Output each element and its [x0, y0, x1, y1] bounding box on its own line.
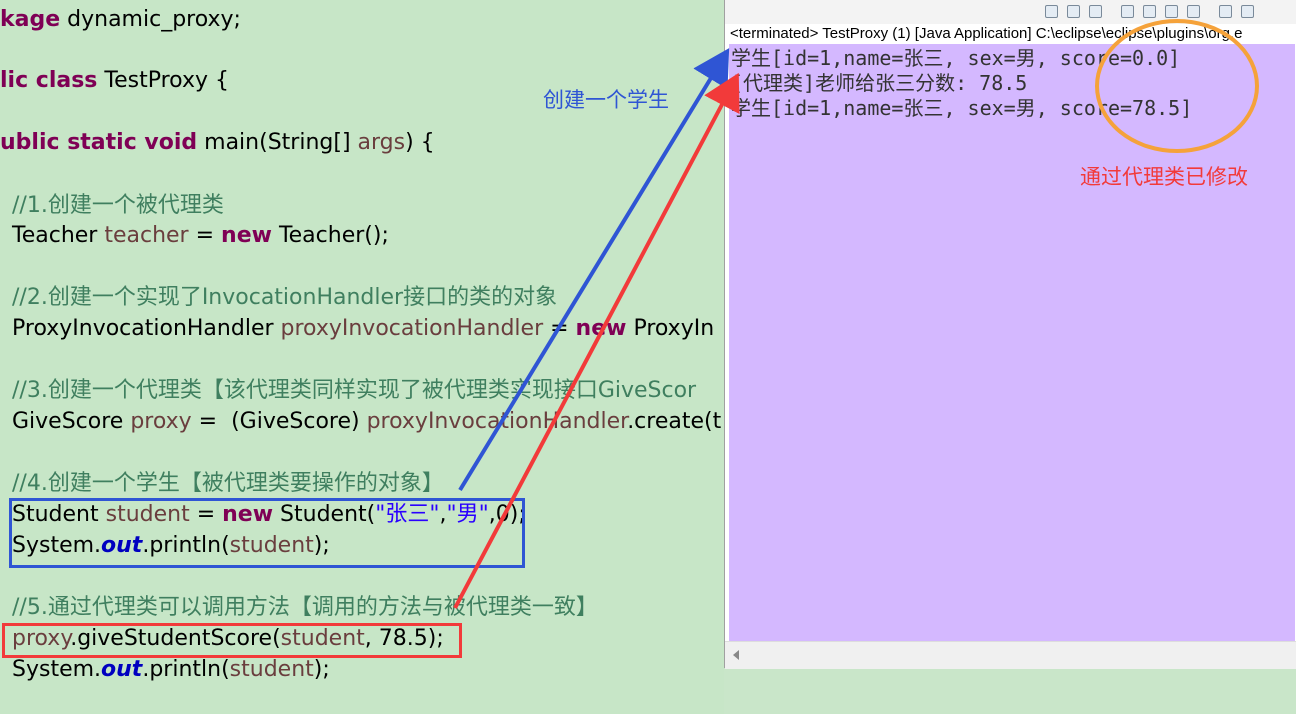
blue-arrow: [458, 48, 730, 492]
annotation-overlay: [453, 19, 1259, 609]
red-arrow: [453, 72, 740, 609]
score-highlight-ellipse: [1095, 19, 1259, 153]
